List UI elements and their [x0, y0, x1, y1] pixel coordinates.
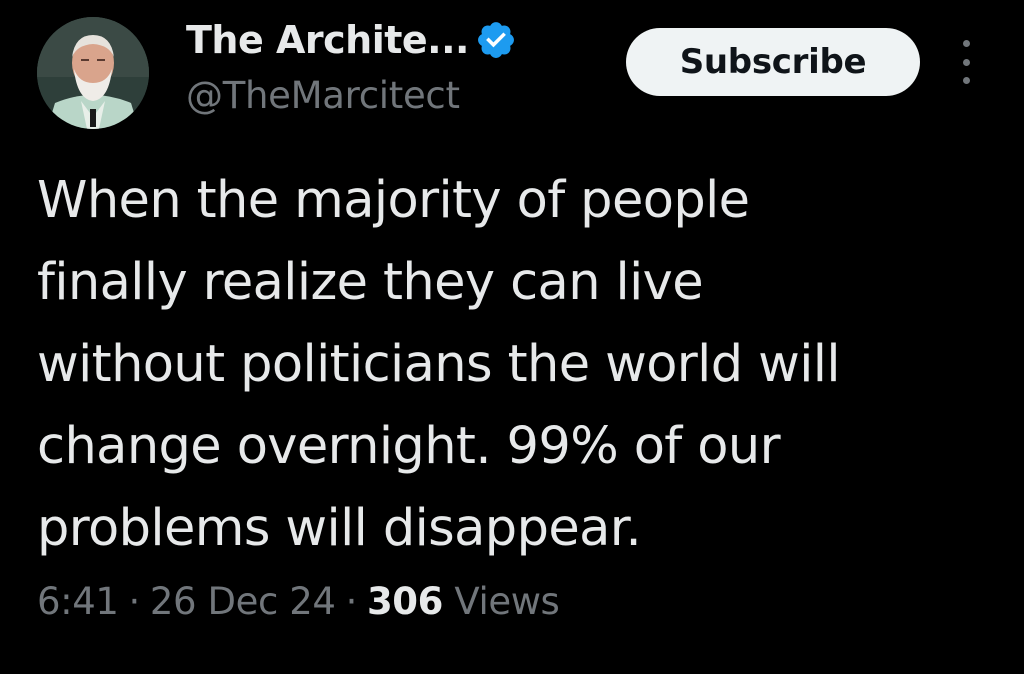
tweet-text-line: When the majority of people: [37, 171, 750, 230]
more-dot: [962, 58, 970, 66]
author-handle[interactable]: @TheMarcitect: [186, 74, 460, 117]
tweet-text-line: without politicians the world will: [37, 335, 841, 394]
tweet-text: When the majority of people finally real…: [37, 160, 997, 570]
subscribe-button[interactable]: Subscribe: [626, 28, 920, 96]
tweet-text-line: change overnight. 99% of our: [37, 417, 781, 476]
more-dot: [962, 77, 970, 84]
more-vertical-icon[interactable]: [952, 40, 980, 84]
more-dot: [962, 40, 970, 47]
verified-badge-icon: [475, 19, 517, 61]
meta-separator: ·: [345, 580, 358, 623]
tweet-time[interactable]: 6:41: [37, 580, 119, 623]
tweet-text-line: problems will disappear.: [37, 499, 642, 558]
tweet-card: The Archite... @TheMarcitect Subscribe W…: [0, 0, 1024, 674]
tweet-date[interactable]: 26 Dec 24: [150, 580, 336, 623]
tweet-meta: 6:41 · 26 Dec 24 · 306 Views: [37, 580, 560, 623]
author-display-name[interactable]: The Archite...: [186, 18, 469, 62]
views-count: 306: [366, 580, 443, 623]
avatar-portrait-icon: [37, 17, 149, 129]
meta-separator: ·: [128, 580, 141, 623]
author-name-row: The Archite...: [186, 14, 517, 66]
views-label: Views: [454, 580, 560, 623]
avatar[interactable]: [37, 17, 149, 129]
tweet-text-line: finally realize they can live: [37, 253, 704, 312]
